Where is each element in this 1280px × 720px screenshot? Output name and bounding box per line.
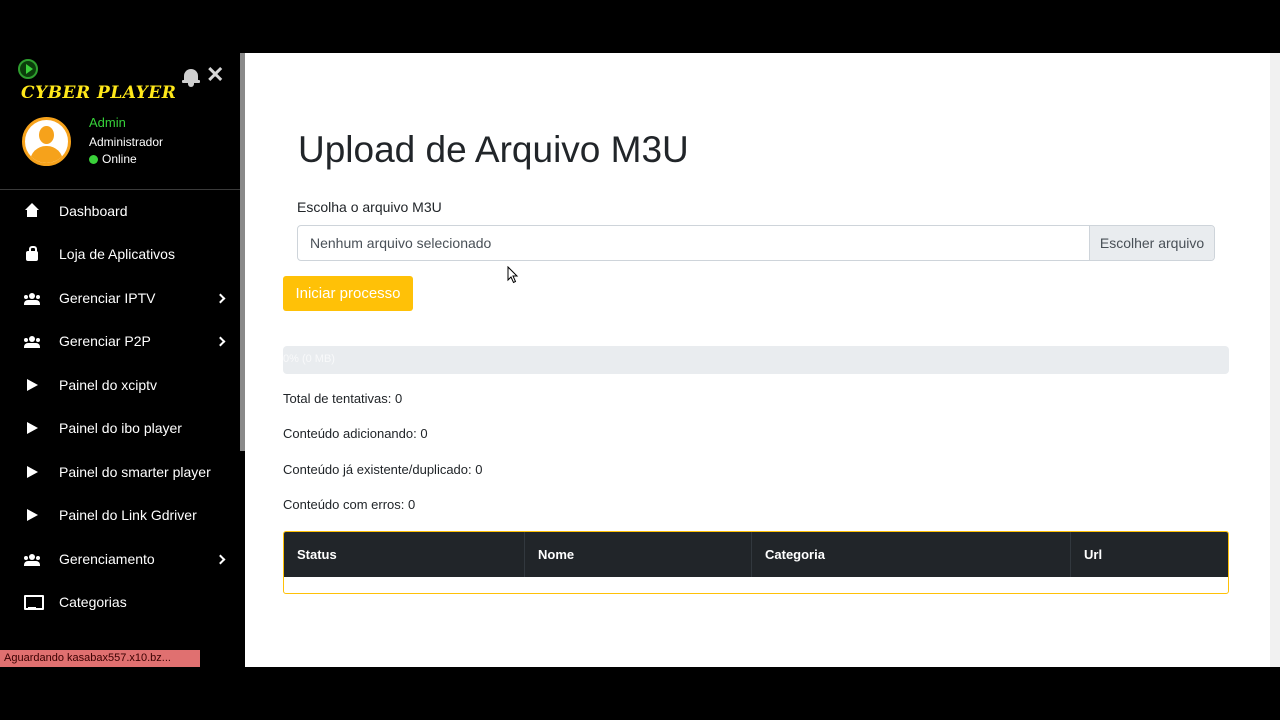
- sidebar-item-label: Painel do ibo player: [59, 420, 182, 437]
- file-input-placeholder: Nenhum arquivo selecionado: [310, 235, 492, 251]
- sidebar-item-label: Dashboard: [59, 202, 128, 219]
- sidebar-item-xciptv[interactable]: Painel do xciptv: [0, 363, 240, 407]
- stat-duplicated: Conteúdo já existente/duplicado: 0: [283, 462, 483, 477]
- play-icon: [24, 377, 40, 393]
- play-icon: [24, 464, 40, 480]
- chevron-right-icon: [217, 337, 225, 345]
- play-logo-icon: [18, 59, 38, 79]
- sidebar-item-label: Painel do smarter player: [59, 463, 211, 480]
- mouse-cursor-icon: [507, 266, 519, 284]
- sidebar-item-label: Loja de Aplicativos: [59, 246, 175, 263]
- main-content: Upload de Arquivo M3U Escolha o arquivo …: [245, 53, 1280, 667]
- file-input[interactable]: Nenhum arquivo selecionado Escolher arqu…: [297, 225, 1215, 261]
- stat-added: Conteúdo adicionando: 0: [283, 426, 428, 441]
- sidebar-item-ibo-player[interactable]: Painel do ibo player: [0, 407, 240, 451]
- brand-logo[interactable]: CYBER PLAYER: [18, 59, 176, 103]
- monitor-icon: [24, 594, 44, 611]
- user-role: Administrador: [89, 135, 164, 149]
- sidebar-item-manage-p2p[interactable]: Gerenciar P2P: [0, 320, 240, 364]
- column-header-status[interactable]: Status: [284, 532, 525, 577]
- play-icon: [24, 507, 40, 523]
- user-status: Online: [89, 152, 137, 166]
- browser-status-bar: Aguardando kasabax557.x10.bz...: [0, 650, 200, 667]
- results-table: Status Nome Categoria Url: [283, 531, 1229, 594]
- sidebar-item-label: Painel do Link Gdriver: [59, 507, 197, 524]
- sidebar-item-categories[interactable]: Categorias: [0, 581, 240, 625]
- app-window: CYBER PLAYER ✕ Admin Administrador Onlin…: [0, 53, 1280, 667]
- page-title: Upload de Arquivo M3U: [298, 129, 689, 170]
- file-label: Escolha o arquivo M3U: [297, 199, 442, 215]
- close-icon[interactable]: ✕: [206, 63, 224, 87]
- progress-text: 0% (0 MB): [283, 353, 335, 365]
- sidebar-item-app-store[interactable]: Loja de Aplicativos: [0, 233, 240, 277]
- users-icon: [24, 333, 40, 349]
- sidebar-item-manage-iptv[interactable]: Gerenciar IPTV: [0, 276, 240, 320]
- table-header: Status Nome Categoria Url: [284, 532, 1228, 577]
- play-icon: [24, 420, 40, 436]
- sidebar-item-label: Gerenciar IPTV: [59, 289, 156, 306]
- users-icon: [24, 551, 40, 567]
- column-header-name[interactable]: Nome: [525, 532, 752, 577]
- sidebar-item-dashboard[interactable]: Dashboard: [0, 189, 240, 233]
- sidebar-item-label: Categorias: [59, 594, 127, 611]
- user-name: Admin: [89, 115, 126, 130]
- shopping-bag-icon: [24, 246, 40, 262]
- sidebar: CYBER PLAYER ✕ Admin Administrador Onlin…: [0, 53, 245, 667]
- sidebar-item-label: Gerenciar P2P: [59, 333, 151, 350]
- chevron-right-icon: [217, 294, 225, 302]
- sidebar-item-link-gdriver[interactable]: Painel do Link Gdriver: [0, 494, 240, 538]
- stat-total-attempts: Total de tentativas: 0: [283, 391, 403, 406]
- sidebar-item-label: Gerenciamento: [59, 550, 155, 567]
- stat-errors: Conteúdo com erros: 0: [283, 497, 416, 512]
- home-icon: [24, 202, 40, 219]
- column-header-category[interactable]: Categoria: [752, 532, 1071, 577]
- online-dot-icon: [89, 155, 98, 164]
- sidebar-item-smarter-player[interactable]: Painel do smarter player: [0, 450, 240, 494]
- user-status-label: Online: [102, 152, 137, 166]
- chevron-right-icon: [217, 555, 225, 563]
- start-process-button[interactable]: Iniciar processo: [283, 276, 413, 311]
- sidebar-menu: Dashboard Loja de Aplicativos Gerenciar …: [0, 189, 240, 624]
- users-icon: [24, 290, 40, 306]
- sidebar-item-label: Painel do xciptv: [59, 376, 158, 393]
- column-header-url[interactable]: Url: [1071, 532, 1228, 577]
- avatar: [22, 117, 71, 166]
- sidebar-item-management[interactable]: Gerenciamento: [0, 537, 240, 581]
- browse-button[interactable]: Escolher arquivo: [1089, 226, 1214, 260]
- bell-icon[interactable]: [182, 67, 200, 87]
- upload-progress-bar: 0% (0 MB): [283, 346, 1229, 374]
- main-scrollbar[interactable]: [1270, 53, 1280, 667]
- brand-name: CYBER PLAYER: [21, 83, 177, 103]
